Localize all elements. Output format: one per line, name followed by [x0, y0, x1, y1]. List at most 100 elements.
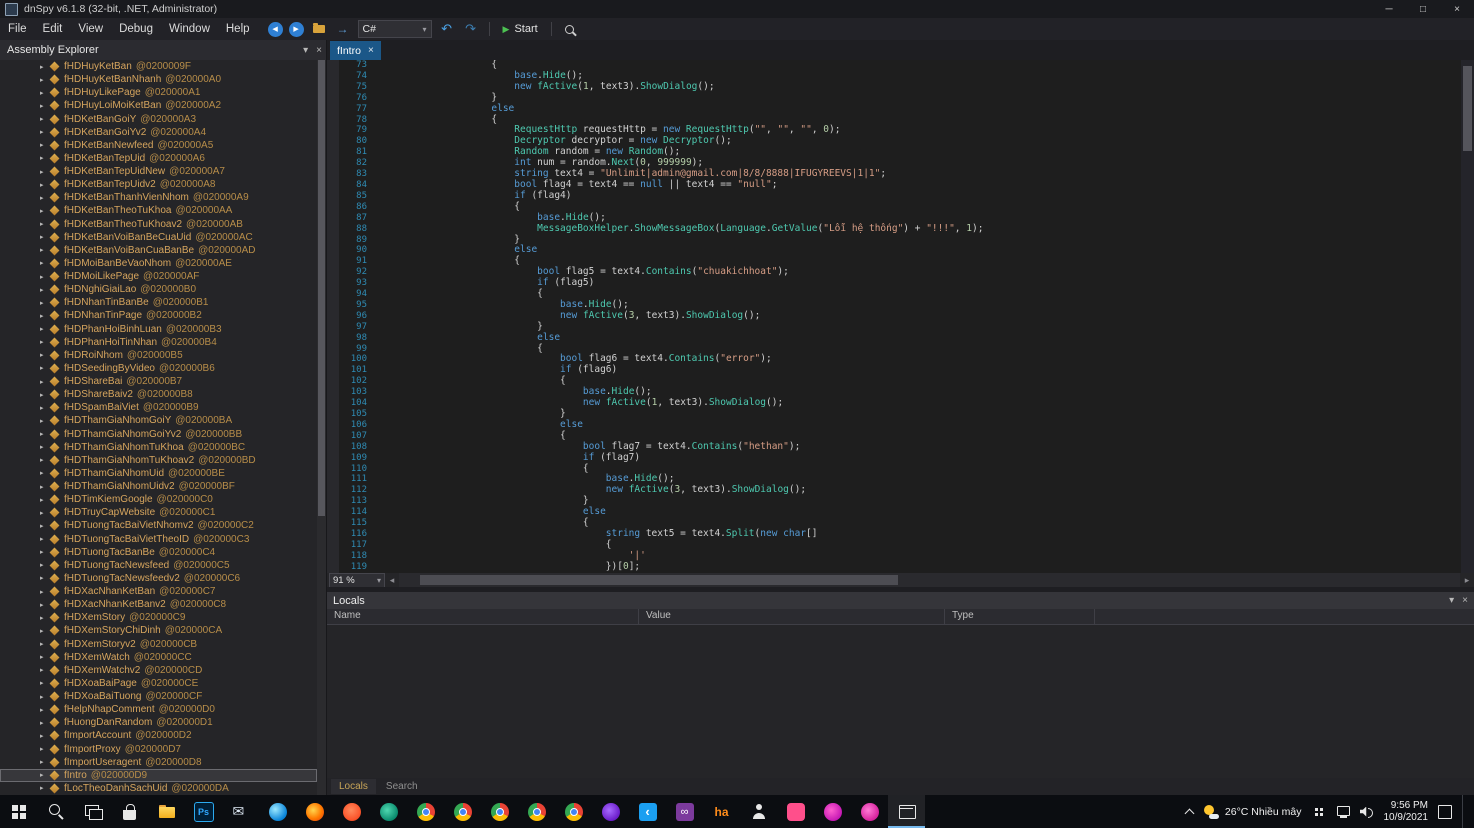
- expander-icon[interactable]: ▸: [40, 102, 50, 110]
- expander-icon[interactable]: ▸: [40, 299, 50, 307]
- tree-item-fhdketbantepuidv2[interactable]: ▸ fHDKetBanTepUidv2 @020000A8: [0, 178, 317, 191]
- clock[interactable]: 9:56 PM 10/9/2021: [1384, 800, 1429, 823]
- panel-tab-locals[interactable]: Locals: [331, 779, 376, 794]
- expander-icon[interactable]: ▸: [40, 207, 50, 215]
- expander-icon[interactable]: ▸: [40, 76, 50, 84]
- breakpoint-margin[interactable]: [327, 60, 339, 573]
- taskbar-task-view-icon[interactable]: [74, 795, 111, 828]
- tray-expand-icon[interactable]: [1184, 808, 1195, 818]
- tree-item-fimportuseragent[interactable]: ▸ fImportUseragent @020000D8: [0, 756, 317, 769]
- tree-item-fhdxemwatch[interactable]: ▸ fHDXemWatch @020000CC: [0, 651, 317, 664]
- menu-view[interactable]: View: [70, 20, 111, 38]
- expander-icon[interactable]: ▸: [40, 89, 50, 97]
- locals-column-type[interactable]: Type: [945, 609, 1095, 624]
- locals-menu-icon[interactable]: ▾: [1449, 595, 1454, 606]
- tree-item-fhdroinhom[interactable]: ▸ fHDRoiNhom @020000B5: [0, 349, 317, 362]
- taskbar-chrome-3-icon[interactable]: [481, 795, 518, 828]
- taskbar-chrome-2-icon[interactable]: [444, 795, 481, 828]
- expander-icon[interactable]: ▸: [40, 509, 50, 517]
- navigate-back-button[interactable]: ◀: [267, 21, 283, 37]
- close-icon[interactable]: ×: [1440, 0, 1474, 18]
- tree-item-fhdnhantinbanbe[interactable]: ▸ fHDNhanTinBanBe @020000B1: [0, 296, 317, 309]
- menu-edit[interactable]: Edit: [35, 20, 71, 38]
- tree-item-fhdmoibanbevaonhom[interactable]: ▸ fHDMoiBanBeVaoNhom @020000AE: [0, 257, 317, 270]
- tree-item-fhdxemstorychidinh[interactable]: ▸ fHDXemStoryChiDinh @020000CA: [0, 624, 317, 637]
- start-debug-button[interactable]: ▶ Start: [499, 20, 542, 38]
- scroll-left-button[interactable]: ◂: [385, 575, 399, 586]
- navigate-forward-button[interactable]: ▶: [288, 21, 304, 37]
- taskbar-ha-app-icon[interactable]: ha: [703, 795, 740, 828]
- tree-item-fhdhuyketban[interactable]: ▸ fHDHuyKetBan @0200009F: [0, 60, 317, 73]
- expander-icon[interactable]: ▸: [40, 693, 50, 701]
- tree-item-fhdtruycapwebsite[interactable]: ▸ fHDTruyCapWebsite @020000C1: [0, 506, 317, 519]
- tab-fintro[interactable]: fIntro ×: [330, 41, 381, 60]
- tree-item-fhdtuongtacbaivietnhomv2[interactable]: ▸ fHDTuongTacBaiVietNhomv2 @020000C2: [0, 519, 317, 532]
- expander-icon[interactable]: ▸: [40, 194, 50, 202]
- tree-item-fintro[interactable]: ▸ fIntro @020000D9: [0, 768, 317, 782]
- editor-vertical-scrollbar[interactable]: [1461, 60, 1474, 573]
- tray-grid-icon[interactable]: [1312, 806, 1326, 818]
- code-editor[interactable]: 73 {74 base.Hide(); 75 new fActive(1, tex…: [327, 60, 1474, 573]
- taskbar-search-icon[interactable]: [37, 795, 74, 828]
- expander-icon[interactable]: ▸: [40, 181, 50, 189]
- volume-icon[interactable]: [1360, 806, 1374, 818]
- tree-item-fhdketbanvoibanbecuauid[interactable]: ▸ fHDKetBanVoiBanBeCuaUid @020000AC: [0, 231, 317, 244]
- tree-item-fhdtuongtacnewsfeed[interactable]: ▸ fHDTuongTacNewsfeed @020000C5: [0, 559, 317, 572]
- taskbar-photoshop-icon[interactable]: Ps: [185, 795, 222, 828]
- editor-hscroll-thumb[interactable]: [420, 575, 898, 585]
- panel-close-icon[interactable]: ×: [316, 45, 322, 56]
- taskbar-mail-icon[interactable]: [222, 795, 259, 828]
- code-line[interactable]: 119 })[0];: [327, 561, 1474, 573]
- tree-item-fhdxoabaipage[interactable]: ▸ fHDXoaBaiPage @020000CE: [0, 677, 317, 690]
- tree-item-fhdketbanvoibancuabanbe[interactable]: ▸ fHDKetBanVoiBanCuaBanBe @020000AD: [0, 244, 317, 257]
- code-line[interactable]: 77 else: [327, 103, 1474, 115]
- taskbar-store-icon[interactable]: [111, 795, 148, 828]
- tree-item-fhdketbangoiy[interactable]: ▸ fHDKetBanGoiY @020000A3: [0, 113, 317, 126]
- language-combobox[interactable]: C# ▾: [357, 20, 432, 38]
- tree-item-fhdxemstory[interactable]: ▸ fHDXemStory @020000C9: [0, 611, 317, 624]
- tree-item-fhdhuyketbannhanh[interactable]: ▸ fHDHuyKetBanNhanh @020000A0: [0, 73, 317, 86]
- tree-item-fhdxacnhanketban[interactable]: ▸ fHDXacNhanKetBan @020000C7: [0, 585, 317, 598]
- taskbar-pink-app-icon[interactable]: [777, 795, 814, 828]
- menu-help[interactable]: Help: [218, 20, 258, 38]
- tree-item-fhdtimkiemgoogle[interactable]: ▸ fHDTimKiemGoogle @020000C0: [0, 493, 317, 506]
- goto-entry-button[interactable]: →: [334, 21, 352, 37]
- network-icon[interactable]: [1336, 805, 1350, 818]
- expander-icon[interactable]: ▸: [40, 312, 50, 320]
- tree-item-fhdnhantinpage[interactable]: ▸ fHDNhanTinPage @020000B2: [0, 309, 317, 322]
- tree-item-fhdxemstoryv2[interactable]: ▸ fHDXemStoryv2 @020000CB: [0, 638, 317, 651]
- tree-item-fhelpnhapcomment[interactable]: ▸ fHelpNhapComment @020000D0: [0, 703, 317, 716]
- expander-icon[interactable]: ▸: [40, 601, 50, 609]
- taskbar-browser-teal-icon[interactable]: [370, 795, 407, 828]
- expander-icon[interactable]: ▸: [40, 496, 50, 504]
- taskbar-chrome-5-icon[interactable]: [555, 795, 592, 828]
- expander-icon[interactable]: ▸: [40, 286, 50, 294]
- minimize-icon[interactable]: ─: [1372, 0, 1406, 18]
- tree-item-fhdhuyloimoiketban[interactable]: ▸ fHDHuyLoiMoiKetBan @020000A2: [0, 99, 317, 112]
- taskbar-magenta-app-2-icon[interactable]: [851, 795, 888, 828]
- expander-icon[interactable]: ▸: [40, 63, 50, 71]
- tree-item-fimportaccount[interactable]: ▸ fImportAccount @020000D2: [0, 729, 317, 742]
- panel-menu-icon[interactable]: ▾: [303, 45, 308, 56]
- tree-item-fhdsharebai[interactable]: ▸ fHDShareBai @020000B7: [0, 375, 317, 388]
- tree-item-fhuongdanrandom[interactable]: ▸ fHuongDanRandom @020000D1: [0, 716, 317, 729]
- undo-button[interactable]: ↶: [438, 21, 456, 37]
- expander-icon[interactable]: ▸: [40, 614, 50, 622]
- expander-icon[interactable]: ▸: [40, 273, 50, 281]
- tree-item-fhdmoilikepage[interactable]: ▸ fHDMoiLikePage @020000AF: [0, 270, 317, 283]
- expander-icon[interactable]: ▸: [40, 588, 50, 596]
- menu-file[interactable]: File: [0, 20, 35, 38]
- locals-column-value[interactable]: Value: [639, 609, 945, 624]
- tree-item-fhdspambaiviet[interactable]: ▸ fHDSpamBaiViet @020000B9: [0, 401, 317, 414]
- redo-button[interactable]: ↷: [462, 21, 480, 37]
- tree-item-fhdtuongtacbanbe[interactable]: ▸ fHDTuongTacBanBe @020000C4: [0, 546, 317, 559]
- locals-body[interactable]: [327, 625, 1474, 778]
- code-line[interactable]: 75 new fActive(1, text3).ShowDialog();: [327, 81, 1474, 93]
- menu-debug[interactable]: Debug: [111, 20, 161, 38]
- taskbar-visual-studio-icon[interactable]: ∞: [666, 795, 703, 828]
- tree-item-fhdnghigiailao[interactable]: ▸ fHDNghiGiaiLao @020000B0: [0, 283, 317, 296]
- tree-item-fhdxacnhanketbanv2[interactable]: ▸ fHDXacNhanKetBanv2 @020000C8: [0, 598, 317, 611]
- menu-window[interactable]: Window: [161, 20, 218, 38]
- tree-item-fhdthamgianhomuid[interactable]: ▸ fHDThamGiaNhomUid @020000BE: [0, 467, 317, 480]
- taskbar-magenta-app-1-icon[interactable]: [814, 795, 851, 828]
